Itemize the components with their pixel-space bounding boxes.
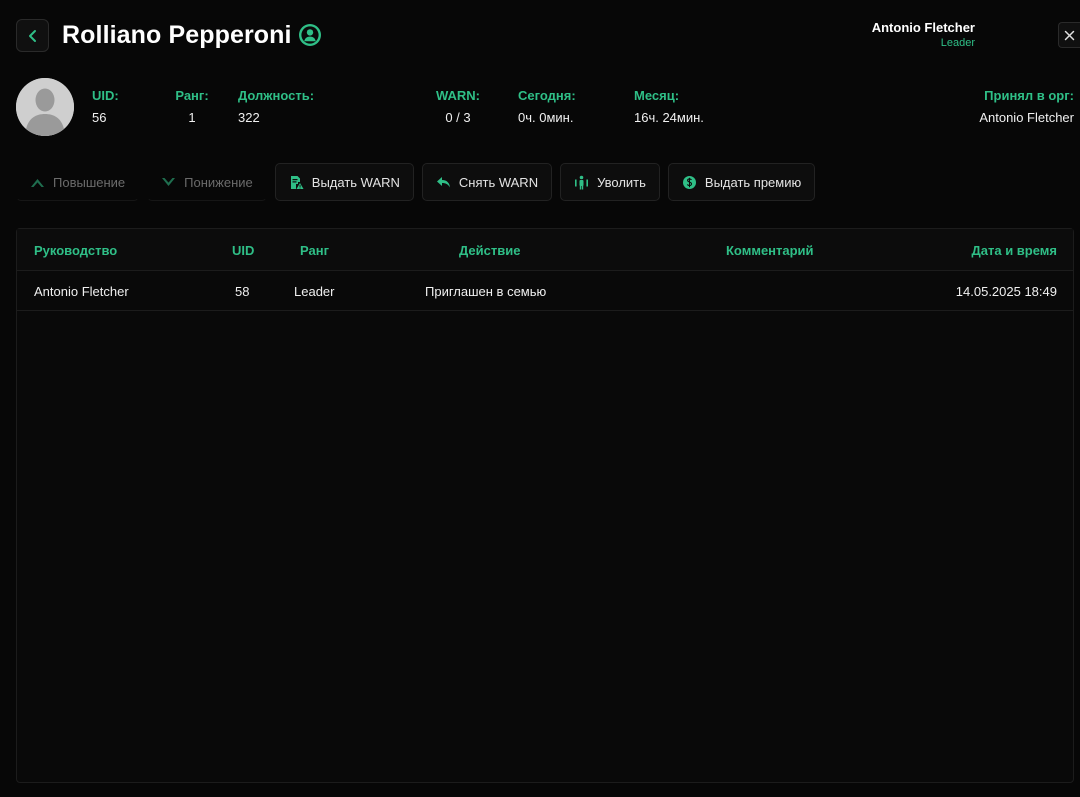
history-table: Руководство UID Ранг Действие Комментари…: [16, 228, 1074, 783]
column-header-datetime: Дата и время: [971, 243, 1058, 258]
stat-accepted-value: Antonio Fletcher: [979, 110, 1074, 125]
cell-datetime: 14.05.2025 18:49: [955, 284, 1057, 299]
give-bonus-button[interactable]: Выдать премию: [667, 163, 816, 201]
stat-uid: UID: 56: [92, 88, 119, 126]
cell-rank: Leader: [294, 284, 335, 299]
demote-button[interactable]: Понижение: [147, 163, 267, 201]
stat-today-label: Сегодня:: [518, 88, 576, 103]
current-user-role: Leader: [940, 37, 975, 49]
close-button[interactable]: [1058, 22, 1080, 48]
stat-month-label: Месяц:: [634, 88, 680, 103]
stat-accepted-label: Принял в орг:: [984, 88, 1074, 103]
fire-user-icon: [575, 175, 589, 189]
current-user-info: Antonio Fletcher Leader: [872, 19, 975, 51]
chevron-up-icon: [31, 178, 44, 187]
stat-position: Должность: 322: [238, 88, 314, 126]
stat-uid-value: 56: [92, 110, 107, 125]
avatar: [16, 78, 74, 136]
remove-warn-button-label: Снять WARN: [458, 174, 539, 190]
stat-warn: WARN: 0 / 3: [428, 88, 488, 126]
stat-warn-value: 0 / 3: [445, 110, 471, 125]
current-user-name: Antonio Fletcher: [871, 20, 975, 35]
user-circle-icon: [299, 24, 321, 46]
column-header-leader: Руководство: [34, 243, 118, 258]
page-title: Rolliano Pepperoni: [62, 21, 292, 49]
give-bonus-button-label: Выдать премию: [704, 174, 802, 190]
cell-action: Приглашен в семью: [425, 284, 547, 299]
document-warning-icon: [290, 175, 304, 189]
back-button[interactable]: [16, 19, 49, 52]
column-header-uid: UID: [232, 243, 255, 258]
demote-button-label: Понижение: [184, 174, 253, 190]
stat-month-value: 16ч. 24мин.: [634, 110, 704, 125]
table-row[interactable]: Antonio Fletcher 58 Leader Приглашен в с…: [17, 271, 1073, 311]
promote-button[interactable]: Повышение: [16, 163, 140, 201]
member-profile-page: Rolliano Pepperoni Antonio Fletcher Lead…: [0, 0, 1080, 797]
stat-rank: Ранг: 1: [172, 88, 212, 126]
action-bar: Повышение Понижение Выдать WARN Снять WA…: [16, 163, 816, 201]
stat-month: Месяц: 16ч. 24мин.: [634, 88, 704, 126]
column-header-rank: Ранг: [300, 243, 329, 258]
table-header: Руководство UID Ранг Действие Комментари…: [17, 229, 1073, 271]
dollar-coin-icon: [682, 175, 696, 189]
stat-warn-label: WARN:: [435, 88, 481, 103]
stat-today-value: 0ч. 0мин.: [518, 110, 574, 125]
fire-button-label: Уволить: [597, 174, 646, 190]
give-warn-button[interactable]: Выдать WARN: [274, 163, 414, 201]
column-header-action: Действие: [459, 243, 521, 258]
stat-today: Сегодня: 0ч. 0мин.: [518, 88, 576, 126]
column-header-comment: Комментарий: [726, 243, 814, 258]
chevron-left-icon: [28, 29, 36, 42]
undo-arrow-icon: [436, 176, 450, 187]
stat-rank-value: 1: [188, 110, 196, 125]
stat-position-label: Должность:: [238, 88, 315, 103]
stat-accepted-by: Принял в орг: Antonio Fletcher: [979, 88, 1074, 126]
promote-button-label: Повышение: [53, 174, 126, 190]
chevron-down-icon: [162, 177, 176, 186]
remove-warn-button[interactable]: Снять WARN: [421, 163, 553, 201]
cell-leader: Antonio Fletcher: [34, 284, 129, 299]
stat-uid-label: UID:: [92, 88, 119, 103]
fire-button[interactable]: Уволить: [560, 163, 660, 201]
give-warn-button-label: Выдать WARN: [311, 174, 400, 190]
stat-position-value: 322: [238, 110, 260, 125]
avatar-silhouette-icon: [16, 78, 74, 136]
cell-uid: 58: [235, 284, 250, 299]
close-icon: [1064, 30, 1075, 40]
stat-rank-label: Ранг:: [175, 88, 209, 103]
